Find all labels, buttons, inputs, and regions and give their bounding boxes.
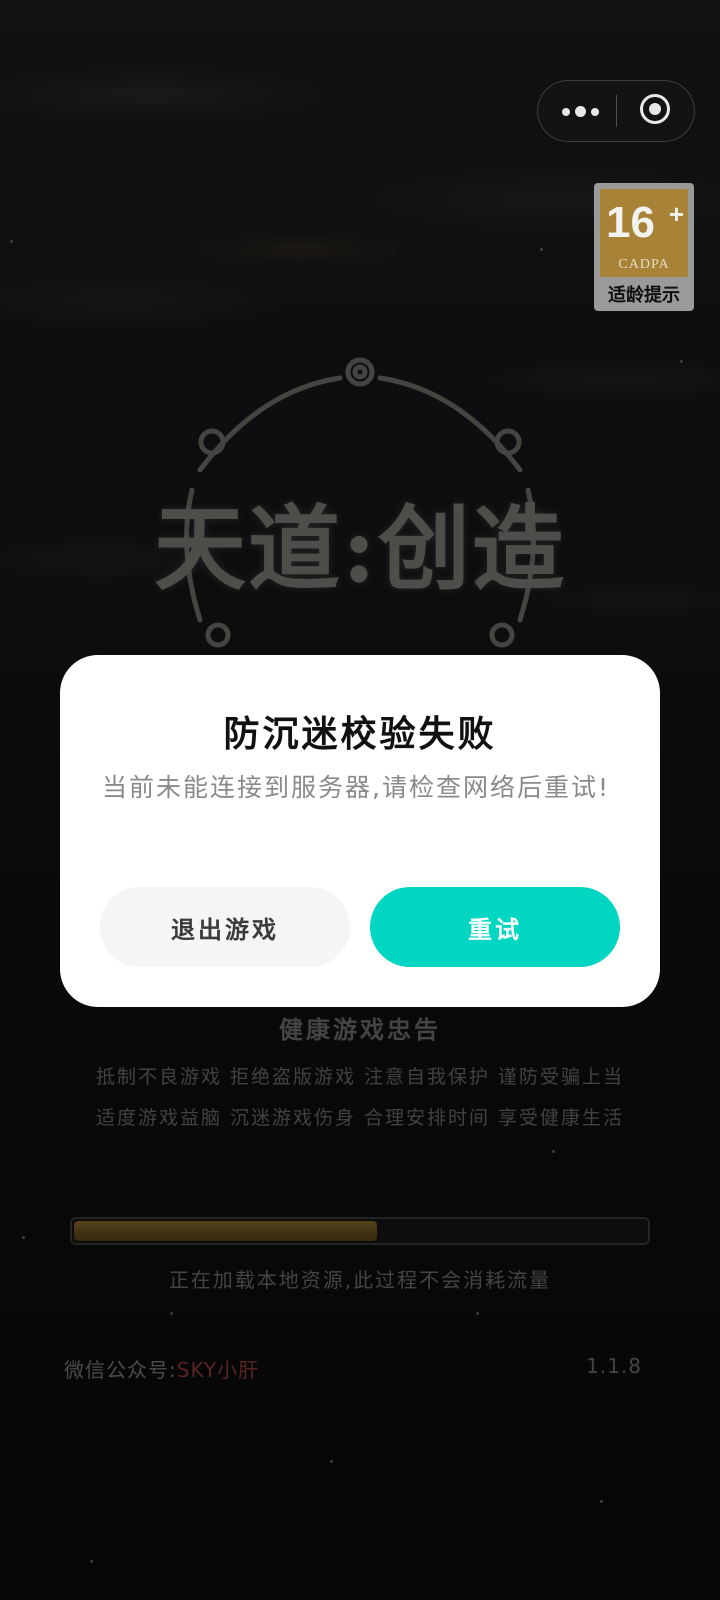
age-rating-org: CADPA bbox=[618, 257, 670, 272]
more-dots-icon[interactable] bbox=[556, 81, 612, 141]
retry-button[interactable]: 重试 bbox=[370, 887, 620, 967]
anti-addiction-dialog: 防沉迷校验失败 当前未能连接到服务器,请检查网络后重试! 退出游戏 重试 bbox=[60, 655, 660, 1007]
age-rating-plate: 16 + CADPA bbox=[600, 189, 688, 277]
age-rating-plus: + bbox=[668, 199, 684, 229]
miniprogram-capsule bbox=[537, 80, 695, 142]
exit-game-button[interactable]: 退出游戏 bbox=[100, 887, 350, 967]
age-rating-number: 16 bbox=[606, 198, 655, 247]
close-target-icon[interactable] bbox=[638, 92, 676, 130]
age-rating-label: 适龄提示 bbox=[608, 285, 680, 306]
dialog-title: 防沉迷校验失败 bbox=[223, 714, 497, 755]
game-loading-screen: 天道:创造 健康游戏忠告 抵制不良游戏 拒绝盗版游戏 注意自我保护 谨防受骗上当… bbox=[0, 0, 720, 1600]
age-rating-badge[interactable]: 16 + CADPA 适龄提示 bbox=[594, 183, 694, 311]
capsule-divider bbox=[616, 95, 617, 127]
dialog-message: 当前未能连接到服务器,请检查网络后重试! bbox=[102, 773, 610, 802]
